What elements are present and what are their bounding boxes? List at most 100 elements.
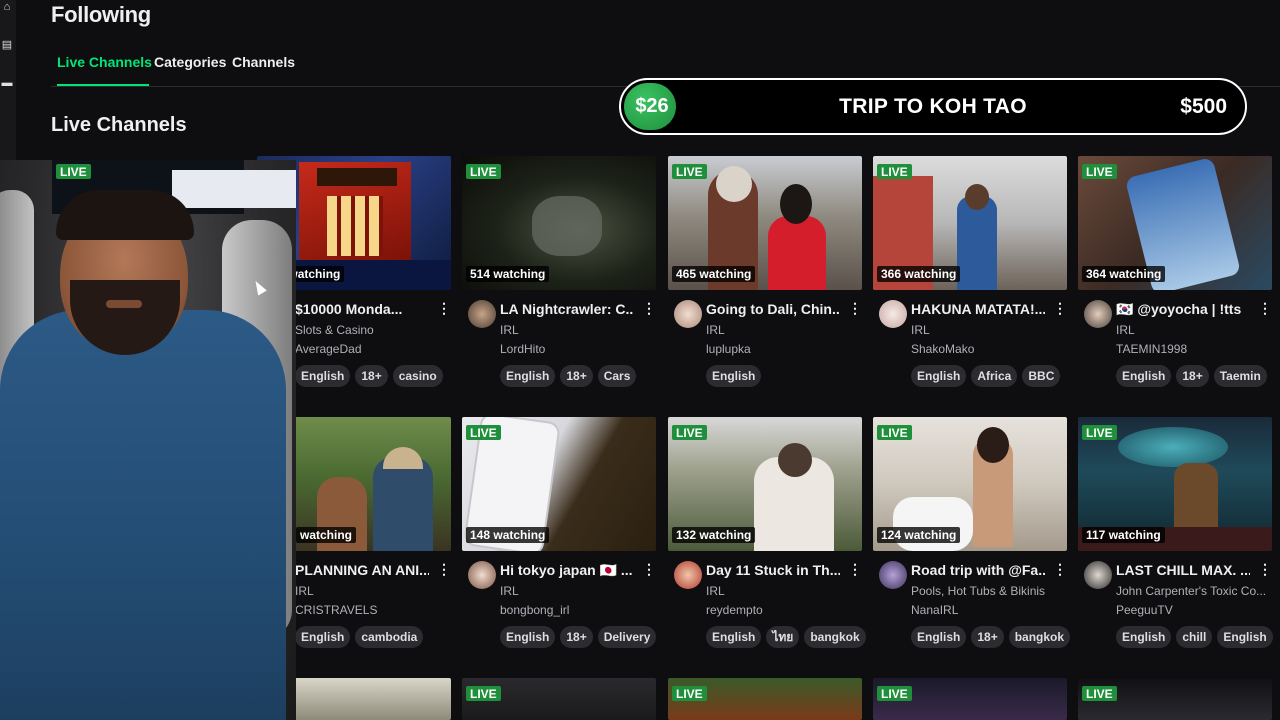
channel-avatar[interactable] [1084, 300, 1112, 328]
stream-title[interactable]: $10000 Monda... [295, 301, 429, 317]
more-options-icon[interactable]: ⋮ [642, 561, 656, 578]
channel-name[interactable]: NanaIRL [911, 603, 1061, 617]
tag[interactable]: 18+ [971, 626, 1004, 648]
more-options-icon[interactable]: ⋮ [1053, 561, 1067, 578]
tag[interactable]: Delivery [597, 626, 657, 648]
stream-category[interactable]: IRL [295, 584, 445, 598]
stream-card[interactable]: LIVE 148 watching Hi tokyo japan 🇯🇵 ... … [462, 417, 657, 657]
tag[interactable]: English [295, 626, 351, 648]
more-options-icon[interactable]: ⋮ [848, 300, 862, 317]
stream-title[interactable]: LAST CHILL MAX. ... [1116, 562, 1250, 578]
stream-card[interactable]: LIVE 132 watching Day 11 Stuck in Th... … [668, 417, 866, 657]
stream-category[interactable]: IRL [1116, 323, 1266, 337]
stream-card[interactable]: LIVE 117 watching LAST CHILL MAX. ... ⋮ … [1078, 417, 1273, 657]
tag[interactable]: 18+ [560, 365, 593, 387]
tag[interactable]: casino [392, 365, 443, 387]
more-options-icon[interactable]: ⋮ [437, 561, 451, 578]
stream-category[interactable]: Pools, Hot Tubs & Bikinis [911, 584, 1061, 598]
stream-card[interactable]: LIVE [462, 678, 656, 720]
channel-name[interactable]: reydempto [706, 603, 856, 617]
tag[interactable]: Taemin [1213, 365, 1267, 387]
channel-avatar[interactable] [468, 300, 496, 328]
webcam-background-screen [172, 170, 296, 208]
tag[interactable]: 18+ [355, 365, 388, 387]
stream-card[interactable]: LIVE [668, 678, 862, 720]
tag[interactable]: English [911, 626, 967, 648]
tag[interactable]: ไทย [766, 626, 800, 648]
tag[interactable]: 18+ [560, 626, 593, 648]
stream-category[interactable]: IRL [911, 323, 1061, 337]
tag[interactable]: English [1116, 626, 1172, 648]
channel-name[interactable]: PeeguuTV [1116, 603, 1266, 617]
channel-avatar[interactable] [879, 561, 907, 589]
live-badge: LIVE [877, 164, 912, 179]
channel-avatar[interactable] [674, 561, 702, 589]
channel-avatar[interactable] [468, 561, 496, 589]
page-title: Following [51, 2, 151, 27]
stream-title[interactable]: Road trip with @Fa... [911, 562, 1045, 578]
calendar-icon[interactable]: ▤ [0, 38, 14, 52]
chat-icon[interactable]: ▬ [0, 76, 14, 90]
tag[interactable]: BBC [1022, 365, 1061, 387]
tag[interactable]: English [1217, 626, 1273, 648]
stream-title[interactable]: Going to Dali, Chin... [706, 301, 840, 317]
tag[interactable]: English [500, 365, 556, 387]
stream-title[interactable]: 🇰🇷 @yoyocha | !tts [1116, 301, 1250, 318]
stream-title[interactable]: HAKUNA MATATA!... [911, 301, 1045, 317]
stream-card[interactable]: LIVE [873, 678, 1067, 720]
more-options-icon[interactable]: ⋮ [848, 561, 862, 578]
stream-title[interactable]: Day 11 Stuck in Th... [706, 562, 840, 578]
tag[interactable]: bangkok [804, 626, 866, 648]
channel-avatar[interactable] [674, 300, 702, 328]
stream-title[interactable]: PLANNING AN ANI... [295, 562, 429, 578]
channel-name[interactable]: bongbong_irl [500, 603, 650, 617]
tag[interactable]: English [500, 626, 556, 648]
more-options-icon[interactable]: ⋮ [1258, 561, 1272, 578]
tab-live-channels[interactable]: Live Channels [57, 54, 152, 70]
tag-list: English Africa BBC [911, 365, 1065, 387]
tag[interactable]: Africa [971, 365, 1018, 387]
channel-avatar[interactable] [1084, 561, 1112, 589]
viewer-count: 514 watching [466, 266, 550, 282]
stream-category[interactable]: IRL [500, 323, 650, 337]
tag[interactable]: 18+ [1176, 365, 1209, 387]
channel-name[interactable]: AverageDad [295, 342, 445, 356]
live-badge: LIVE [1082, 425, 1117, 440]
tag[interactable]: English [706, 626, 762, 648]
stream-category[interactable]: IRL [500, 584, 650, 598]
stream-category[interactable]: IRL [706, 323, 856, 337]
tag[interactable]: bangkok [1008, 626, 1071, 648]
section-title: Live Channels [51, 114, 187, 136]
more-options-icon[interactable]: ⋮ [642, 300, 656, 317]
home-icon[interactable]: ⌂ [0, 0, 14, 14]
more-options-icon[interactable]: ⋮ [1053, 300, 1067, 317]
tag[interactable]: English [295, 365, 351, 387]
stream-category[interactable]: Slots & Casino [295, 323, 445, 337]
tag[interactable]: Cars [597, 365, 637, 387]
channel-name[interactable]: luplupka [706, 342, 856, 356]
stream-category[interactable]: IRL [706, 584, 856, 598]
channel-name[interactable]: CRISTRAVELS [295, 603, 445, 617]
tag[interactable]: chill [1176, 626, 1213, 648]
more-options-icon[interactable]: ⋮ [1258, 300, 1272, 317]
stream-card[interactable]: LIVE 124 watching Road trip with @Fa... … [873, 417, 1071, 657]
tag[interactable]: English [911, 365, 967, 387]
channel-name[interactable]: LordHito [500, 342, 650, 356]
more-options-icon[interactable]: ⋮ [437, 300, 451, 317]
tab-channels[interactable]: Channels [232, 54, 295, 70]
stream-category[interactable]: John Carpenter's Toxic Co... [1116, 584, 1266, 598]
channel-avatar[interactable] [879, 300, 907, 328]
stream-card[interactable]: LIVE 364 watching 🇰🇷 @yoyocha | !tts ⋮ I… [1078, 156, 1272, 396]
stream-card[interactable]: LIVE 514 watching LA Nightcrawler: C... … [462, 156, 656, 396]
stream-title[interactable]: Hi tokyo japan 🇯🇵 ... [500, 562, 634, 579]
tag[interactable]: English [1116, 365, 1172, 387]
channel-name[interactable]: ShakoMako [911, 342, 1061, 356]
stream-title[interactable]: LA Nightcrawler: C... [500, 301, 634, 317]
stream-card[interactable]: LIVE 465 watching Going to Dali, Chin...… [668, 156, 862, 396]
tab-categories[interactable]: Categories [154, 54, 226, 70]
tag[interactable]: English [706, 365, 762, 387]
channel-name[interactable]: TAEMIN1998 [1116, 342, 1266, 356]
tag[interactable]: cambodia [355, 626, 424, 648]
stream-card[interactable]: LIVE [1078, 678, 1272, 720]
stream-card[interactable]: LIVE 366 watching HAKUNA MATATA!... ⋮ IR… [873, 156, 1067, 396]
